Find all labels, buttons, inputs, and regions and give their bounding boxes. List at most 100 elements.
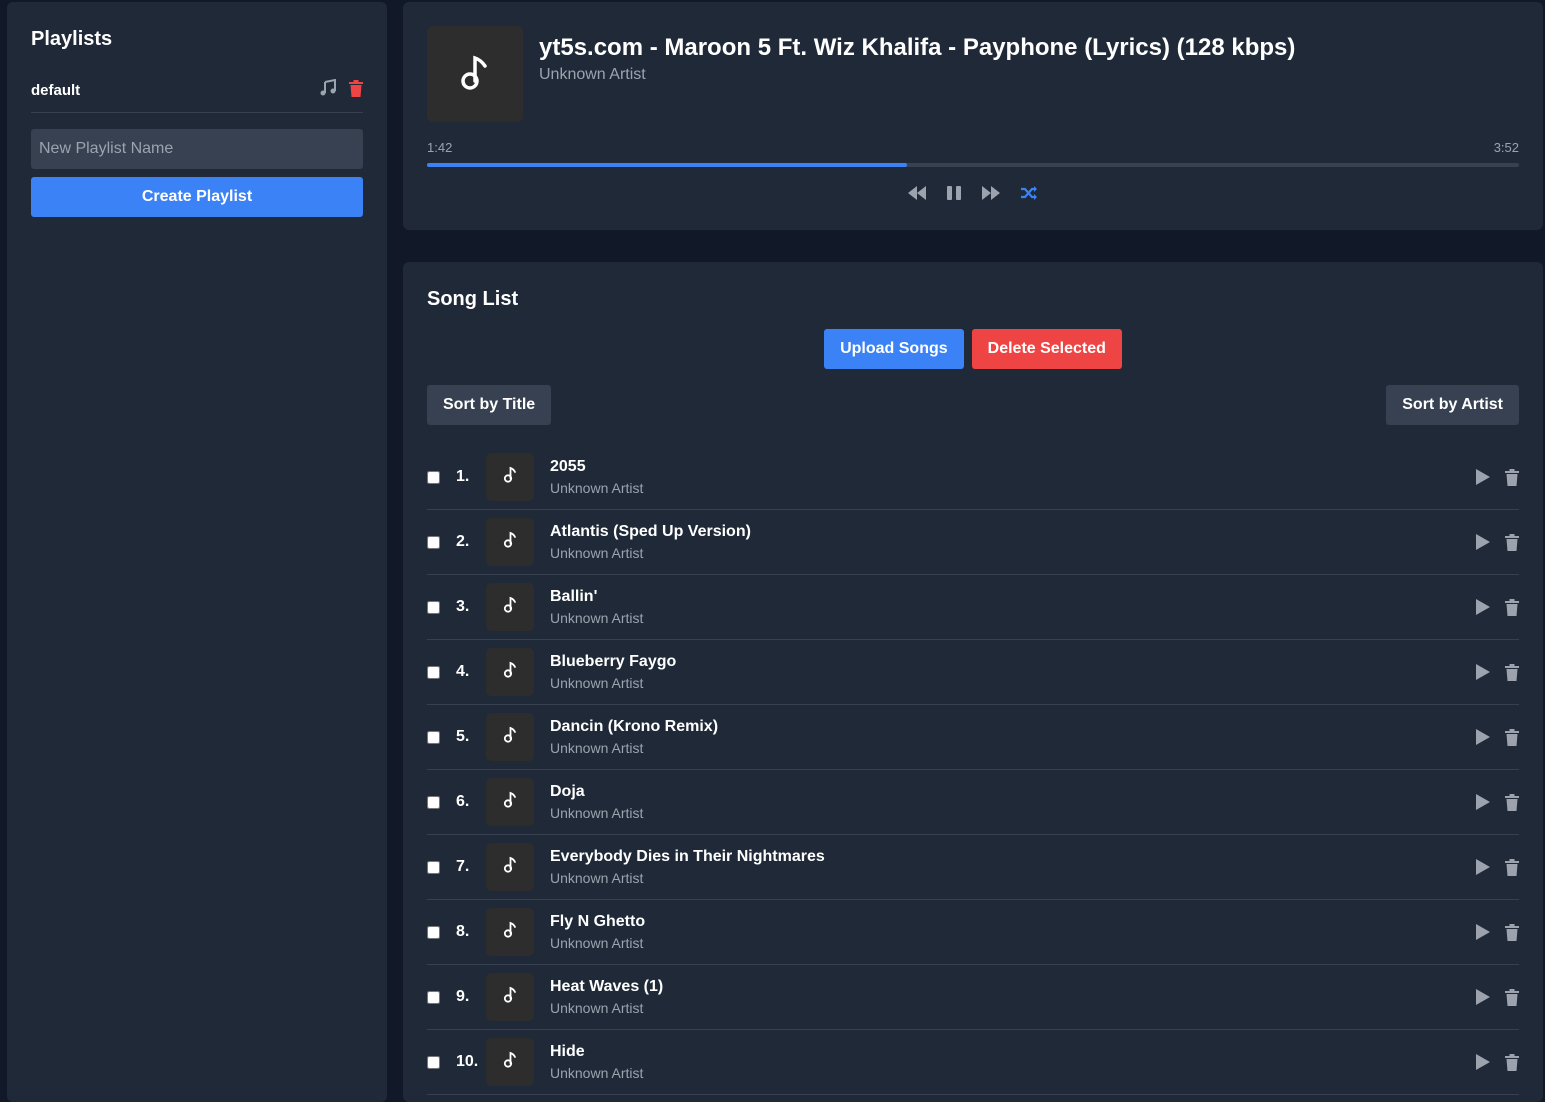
song-select-checkbox[interactable] <box>427 1055 440 1069</box>
song-number: 8. <box>456 923 470 940</box>
play-icon[interactable] <box>1475 663 1491 681</box>
music-note-icon <box>503 596 517 618</box>
sort-by-artist-button[interactable]: Sort by Artist <box>1386 385 1519 425</box>
song-select-checkbox[interactable] <box>427 535 440 549</box>
trash-icon[interactable] <box>1505 1053 1519 1071</box>
song-list-panel: Song List Upload Songs Delete Selected S… <box>403 262 1543 1102</box>
song-title: Blueberry Faygo <box>550 653 677 670</box>
song-select-checkbox[interactable] <box>427 600 440 614</box>
song-select-checkbox[interactable] <box>427 470 440 484</box>
song-title: Atlantis (Sped Up Version) <box>550 523 751 540</box>
trash-icon[interactable] <box>1505 923 1519 941</box>
pause-icon[interactable] <box>946 185 962 201</box>
song-title: Ballin' <box>550 588 598 605</box>
play-icon[interactable] <box>1475 533 1491 551</box>
duration: 3:52 <box>1493 140 1519 155</box>
song-cover <box>486 453 534 501</box>
song-cover <box>486 778 534 826</box>
song-title: Everybody Dies in Their Nightmares <box>550 848 825 865</box>
song-select-checkbox[interactable] <box>427 795 440 809</box>
music-note-icon <box>503 726 517 748</box>
fast-forward-icon[interactable] <box>982 186 1000 200</box>
upload-songs-button[interactable]: Upload Songs <box>824 329 964 369</box>
song-number: 2. <box>456 533 470 550</box>
playlist-name[interactable]: default <box>31 82 80 99</box>
song-row[interactable]: 4. Blueberry Faygo Unknown Artist <box>427 640 1519 705</box>
song-artist: Unknown Artist <box>550 545 644 561</box>
song-row[interactable]: 1. 2055 Unknown Artist <box>427 445 1519 510</box>
trash-icon[interactable] <box>1505 858 1519 876</box>
play-icon[interactable] <box>1475 1053 1491 1071</box>
trash-icon[interactable] <box>1505 728 1519 746</box>
now-playing-title: yt5s.com - Maroon 5 Ft. Wiz Khalifa - Pa… <box>539 34 1296 61</box>
shuffle-icon[interactable] <box>1020 185 1038 201</box>
play-icon[interactable] <box>1475 598 1491 616</box>
now-playing-panel: yt5s.com - Maroon 5 Ft. Wiz Khalifa - Pa… <box>403 2 1543 230</box>
trash-icon[interactable] <box>1505 988 1519 1006</box>
play-icon[interactable] <box>1475 468 1491 486</box>
trash-icon[interactable] <box>1505 468 1519 486</box>
song-select-checkbox[interactable] <box>427 665 440 679</box>
progress-bar[interactable] <box>427 163 1519 167</box>
current-time: 1:42 <box>427 140 453 155</box>
song-number: 3. <box>456 598 470 615</box>
music-note-icon <box>503 1051 517 1073</box>
create-playlist-button[interactable]: Create Playlist <box>31 177 363 217</box>
song-select-checkbox[interactable] <box>427 730 440 744</box>
song-row[interactable]: 2. Atlantis (Sped Up Version) Unknown Ar… <box>427 510 1519 575</box>
trash-icon[interactable] <box>349 79 363 102</box>
play-icon[interactable] <box>1475 858 1491 876</box>
song-row[interactable]: 5. Dancin (Krono Remix) Unknown Artist <box>427 705 1519 770</box>
play-icon[interactable] <box>1475 988 1491 1006</box>
music-note-icon <box>503 531 517 553</box>
song-row[interactable]: 7. Everybody Dies in Their Nightmares Un… <box>427 835 1519 900</box>
song-row[interactable]: 8. Fly N Ghetto Unknown Artist <box>427 900 1519 965</box>
delete-selected-button[interactable]: Delete Selected <box>971 329 1122 369</box>
song-select-checkbox[interactable] <box>427 860 440 874</box>
song-list-title: Song List <box>427 288 519 310</box>
sort-by-title-button[interactable]: Sort by Title <box>427 385 552 425</box>
song-title: Heat Waves (1) <box>550 978 664 995</box>
song-cover <box>486 973 534 1021</box>
music-note-icon <box>503 791 517 813</box>
song-select-checkbox[interactable] <box>427 990 440 1004</box>
now-playing-artist: Unknown Artist <box>539 66 646 83</box>
song-artist: Unknown Artist <box>550 1065 644 1081</box>
new-playlist-input[interactable] <box>31 129 363 169</box>
song-list: 1. 2055 Unknown Artist 2. Atlantis (Sped… <box>427 445 1519 1095</box>
rewind-icon[interactable] <box>908 186 926 200</box>
trash-icon[interactable] <box>1505 663 1519 681</box>
song-cover <box>486 518 534 566</box>
song-number: 7. <box>456 858 470 875</box>
song-cover <box>486 583 534 631</box>
music-note-icon <box>503 466 517 488</box>
sidebar-title: Playlists <box>31 28 113 50</box>
song-title: Hide <box>550 1043 585 1060</box>
song-select-checkbox[interactable] <box>427 925 440 939</box>
song-title: Fly N Ghetto <box>550 913 646 930</box>
trash-icon[interactable] <box>1505 598 1519 616</box>
song-cover <box>486 843 534 891</box>
song-artist: Unknown Artist <box>550 805 644 821</box>
song-artist: Unknown Artist <box>550 1000 644 1016</box>
play-icon[interactable] <box>1475 728 1491 746</box>
song-number: 6. <box>456 793 470 810</box>
song-row[interactable]: 9. Heat Waves (1) Unknown Artist <box>427 965 1519 1030</box>
play-icon[interactable] <box>1475 793 1491 811</box>
song-cover <box>486 648 534 696</box>
play-icon[interactable] <box>1475 923 1491 941</box>
playlists-sidebar: Playlists default Create Playlist <box>7 2 387 1102</box>
song-artist: Unknown Artist <box>550 675 644 691</box>
music-icon[interactable] <box>319 78 337 102</box>
playlist-item-default[interactable]: default <box>31 78 363 113</box>
album-cover <box>427 26 523 122</box>
trash-icon[interactable] <box>1505 533 1519 551</box>
song-row[interactable]: 10. Hide Unknown Artist <box>427 1030 1519 1095</box>
song-artist: Unknown Artist <box>550 480 644 496</box>
song-title: Doja <box>550 783 585 800</box>
trash-icon[interactable] <box>1505 793 1519 811</box>
song-cover <box>486 908 534 956</box>
song-row[interactable]: 3. Ballin' Unknown Artist <box>427 575 1519 640</box>
song-cover <box>486 1038 534 1086</box>
song-row[interactable]: 6. Doja Unknown Artist <box>427 770 1519 835</box>
